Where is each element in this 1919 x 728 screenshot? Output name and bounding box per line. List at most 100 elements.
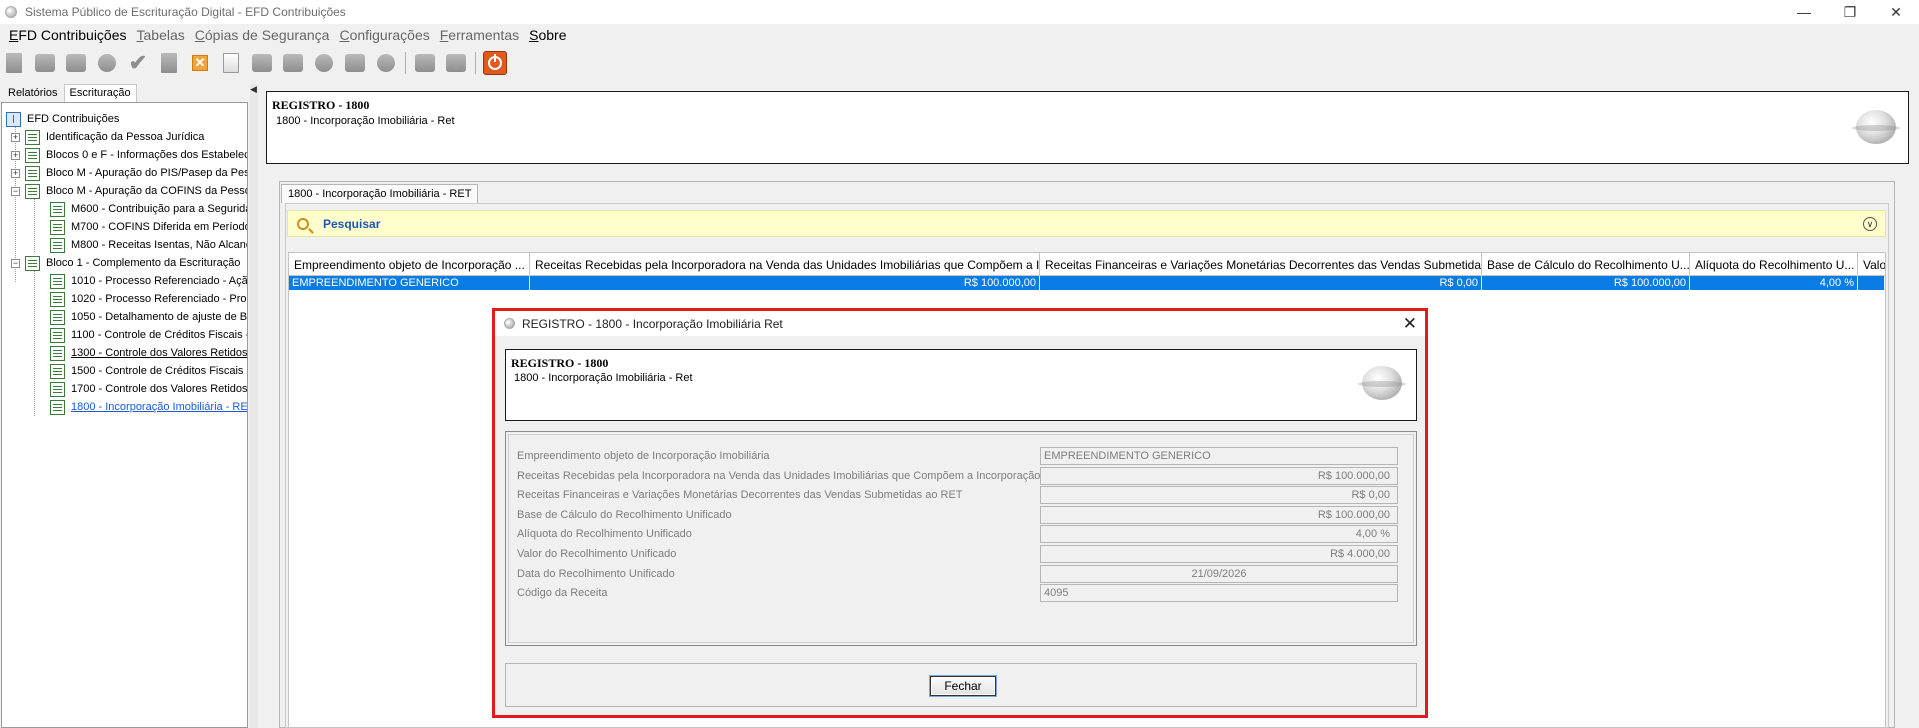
field-label: Empreendimento objeto de Incorporação Im…	[517, 450, 770, 462]
close-icon[interactable]: ✕	[1873, 0, 1919, 24]
field-label: Receitas Recebidas pela Incorporadora na…	[517, 469, 1041, 482]
tree-node-m600[interactable]: M600 - Contribuição para a Seguridade So…	[50, 200, 247, 218]
column-header[interactable]: Valo	[1858, 253, 1885, 276]
transmit-icon[interactable]	[374, 51, 398, 75]
menu-item[interactable]: EFD Contribuições	[4, 27, 132, 43]
panel-splitter[interactable]: ◀	[250, 84, 258, 728]
toolbar-separator	[405, 52, 406, 74]
search-label[interactable]: Pesquisar	[323, 217, 380, 231]
expand-icon[interactable]: +	[11, 150, 20, 160]
close-icon[interactable]: ✕	[1403, 314, 1417, 334]
tree-node-m700[interactable]: M700 - COFINS Diferida em Períodos Anter…	[50, 218, 247, 236]
field-value-input[interactable]: R$ 0,00	[1040, 486, 1398, 505]
column-header[interactable]: Alíquota do Recolhimento U...	[1690, 253, 1858, 276]
tree-node-label: 1010 - Processo Referenciado - Ação Judi…	[71, 275, 248, 287]
sped-logo-icon	[1358, 366, 1406, 400]
tree-node-1050[interactable]: 1050 - Detalhamento de ajuste de Base de…	[50, 308, 247, 326]
register-header: REGISTRO - 1800 1800 - Incorporação Imob…	[266, 91, 1909, 164]
menu-item[interactable]: Sobre	[524, 27, 571, 43]
import-icon[interactable]	[33, 51, 57, 75]
tree-root[interactable]: EFD Contribuições	[6, 110, 119, 128]
field-value-input[interactable]: R$ 100.000,00	[1040, 466, 1398, 485]
tree-node-identificacao[interactable]: + Identificação da Pessoa Jurídica	[11, 128, 204, 146]
restore-icon[interactable]: ❐	[1827, 0, 1873, 24]
tree-node-m800[interactable]: M800 - Receitas Isentas, Não Alcançadas	[50, 236, 247, 254]
edit-document-icon[interactable]	[219, 51, 243, 75]
search-bar[interactable]: Pesquisar ∨	[287, 210, 1886, 237]
field-value-input[interactable]: 4095	[1040, 584, 1398, 603]
collapse-icon[interactable]: −	[11, 186, 20, 196]
dialog-register-header: REGISTRO - 1800 1800 - Incorporação Imob…	[505, 349, 1417, 421]
tab-1800[interactable]: 1800 - Incorporação Imobiliária - RET	[281, 184, 479, 203]
new-file-icon[interactable]	[2, 51, 26, 75]
field-label: Valor do Recolhimento Unificado	[517, 548, 677, 560]
tree-node-1100[interactable]: 1100 - Controle de Créditos Fiscais - PI…	[50, 326, 247, 344]
tree-node-label: 1300 - Controle dos Valores Retidos na F…	[71, 347, 248, 359]
save-icon[interactable]	[413, 51, 437, 75]
left-panel-tabs: Relatórios Escrituração	[2, 84, 137, 102]
tree-node-label: M600 - Contribuição para a Seguridade So…	[71, 203, 247, 215]
field-label: Base de Cálculo do Recolhimento Unificad…	[517, 508, 732, 521]
expand-icon[interactable]: +	[11, 132, 20, 142]
dialog-titlebar[interactable]: REGISTRO - 1800 - Incorporação Imobiliár…	[495, 311, 1425, 336]
field-value-input[interactable]: 4,00 %	[1040, 525, 1398, 544]
toolbar: ✔ ✕	[0, 48, 514, 78]
field-value-input[interactable]: 21/09/2026	[1040, 564, 1398, 583]
form-row: Receitas Recebidas pela Incorporadora na…	[509, 466, 1415, 486]
minimize-icon[interactable]: —	[1781, 0, 1827, 24]
report-settings-icon[interactable]	[281, 51, 305, 75]
menu-item[interactable]: Tabelas	[132, 27, 190, 43]
field-value-input[interactable]: EMPREENDIMENTO GENERICO	[1040, 447, 1398, 465]
table-row[interactable]: EMPREENDIMENTO GENERICO R$ 100.000,00 R$…	[289, 276, 1885, 290]
sign-icon[interactable]	[343, 51, 367, 75]
delete-icon[interactable]: ✕	[188, 51, 212, 75]
menu-item[interactable]: Ferramentas	[435, 27, 524, 43]
column-header[interactable]: Empreendimento objeto de Incorporação ..…	[289, 253, 530, 276]
register-subtitle: 1800 - Incorporação Imobiliária - Ret	[276, 115, 455, 127]
register-icon	[50, 219, 65, 235]
dialog-footer: Fechar	[505, 663, 1417, 707]
collapse-arrow-icon[interactable]: ◀	[250, 84, 257, 95]
tree-node-blocos-0-f[interactable]: + Blocos 0 e F - Informações dos Estabel…	[11, 146, 247, 164]
tab-relatorios[interactable]: Relatórios	[2, 84, 64, 102]
tree-node-label: 1500 - Controle de Créditos Fiscais - CO…	[71, 365, 247, 377]
tree-node-1700[interactable]: 1700 - Controle dos Valores Retidos na F…	[50, 380, 247, 398]
tree-node-1020[interactable]: 1020 - Processo Referenciado - Processo …	[50, 290, 247, 308]
tree-node-1010[interactable]: 1010 - Processo Referenciado - Ação Judi…	[50, 272, 248, 290]
form-row: Empreendimento objeto de Incorporação Im…	[509, 446, 1415, 466]
tree-node-bloco-m-pis[interactable]: + Bloco M - Apuração do PIS/Pasep da Pes…	[11, 164, 247, 182]
register-dialog: REGISTRO - 1800 - Incorporação Imobiliár…	[492, 308, 1428, 718]
register-icon	[25, 165, 40, 181]
column-header[interactable]: Base de Cálculo do Recolhimento U...	[1482, 253, 1690, 276]
register-icon	[50, 381, 65, 397]
tree-node-1800-selected[interactable]: 1800 - Incorporação Imobiliária - RET	[50, 398, 247, 416]
table-cell: R$ 100.000,00	[530, 276, 1040, 290]
form-row: Código da Receita 4095	[509, 583, 1415, 603]
save-as-icon[interactable]	[444, 51, 468, 75]
copy-icon[interactable]	[157, 51, 181, 75]
fechar-button[interactable]: Fechar	[930, 676, 996, 696]
menu-item[interactable]: Configurações	[334, 27, 434, 43]
dialog-form-fields: Empreendimento objeto de Incorporação Im…	[508, 434, 1414, 643]
field-value-input[interactable]: R$ 100.000,00	[1040, 505, 1398, 524]
chevron-down-icon[interactable]: ∨	[1863, 217, 1877, 231]
expand-icon[interactable]: +	[11, 168, 20, 178]
column-header[interactable]: Receitas Recebidas pela Incorporadora na…	[530, 253, 1040, 276]
exit-power-icon[interactable]	[483, 51, 507, 75]
report-icon[interactable]	[250, 51, 274, 75]
tools-icon[interactable]	[95, 51, 119, 75]
validate-check-icon[interactable]: ✔	[126, 51, 150, 75]
tree-node-bloco-1[interactable]: − Bloco 1 - Complemento da Escrituração	[11, 254, 240, 272]
globe-icon[interactable]	[312, 51, 336, 75]
field-value-input[interactable]: R$ 4.000,00	[1040, 545, 1398, 563]
tree-node-1500[interactable]: 1500 - Controle de Créditos Fiscais - CO…	[50, 362, 247, 380]
tree-node-bloco-m-cofins[interactable]: − Bloco M - Apuração da COFINS da Pessoa…	[11, 182, 247, 200]
open-folder-icon[interactable]	[64, 51, 88, 75]
menu-item[interactable]: Cópias de Segurança	[190, 27, 335, 43]
tab-escrituracao[interactable]: Escrituração	[63, 84, 137, 102]
table-cell: R$ 100.000,00	[1482, 276, 1690, 290]
column-header[interactable]: Receitas Financeiras e Variações Monetár…	[1040, 253, 1482, 276]
navigation-tree: EFD Contribuições + Identificação da Pes…	[1, 102, 248, 728]
collapse-icon[interactable]: −	[11, 258, 20, 268]
tree-node-1300[interactable]: 1300 - Controle dos Valores Retidos na F…	[50, 344, 248, 362]
